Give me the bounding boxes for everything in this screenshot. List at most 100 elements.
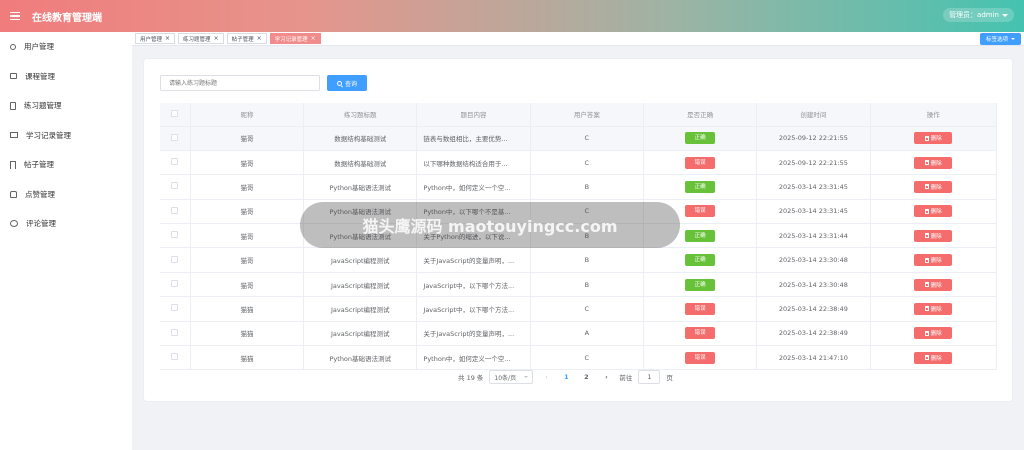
page-number[interactable]: 1 <box>559 370 573 384</box>
nickname-cell: 猫哥 <box>190 199 305 225</box>
time-cell: 2025-03-14 21:47:10 <box>756 345 871 371</box>
time-cell: 2025-03-14 23:30:48 <box>756 247 871 273</box>
status-badge: 正确 <box>685 254 716 267</box>
status-badge: 正确 <box>685 229 716 242</box>
sidebar-item-posts[interactable]: 帖子管理 <box>0 150 132 180</box>
row-checkbox[interactable] <box>171 353 179 361</box>
delete-button[interactable]: 删除 <box>914 180 953 193</box>
time-cell: 2025-03-14 22:38:49 <box>756 296 871 322</box>
content-cell: JavaScript中，以下哪个方法... <box>416 296 531 322</box>
tab-exercises[interactable]: 练习题管理 × <box>178 33 224 44</box>
tab-study-records[interactable]: 学习记录管理 × <box>269 33 321 44</box>
row-checkbox[interactable] <box>171 328 179 336</box>
delete-button[interactable]: 删除 <box>914 327 953 340</box>
delete-button[interactable]: 删除 <box>914 254 953 267</box>
menu-toggle-icon[interactable] <box>10 11 20 21</box>
close-icon[interactable]: × <box>165 35 170 42</box>
row-select-cell[interactable] <box>160 150 191 176</box>
row-checkbox[interactable] <box>171 231 179 239</box>
sidebar-item-courses[interactable]: 课程管理 <box>0 62 132 92</box>
delete-button[interactable]: 删除 <box>914 302 953 315</box>
answer-cell: A <box>530 321 644 347</box>
content-cell: 以下哪种数据结构适合用于... <box>416 150 531 176</box>
row-select-cell[interactable] <box>160 199 191 225</box>
row-checkbox[interactable] <box>171 304 179 312</box>
comment-icon <box>10 220 18 228</box>
sidebar-item-comments[interactable]: 评论管理 <box>0 209 132 239</box>
nickname-cell: 猫猫 <box>190 321 305 347</box>
tab-options-button[interactable]: 标签选项 <box>979 33 1021 45</box>
search-input[interactable] <box>160 75 320 91</box>
delete-label: 删除 <box>930 136 942 143</box>
nickname-cell: 猫哥 <box>190 272 305 298</box>
prev-page-icon[interactable]: ‹ <box>539 373 553 381</box>
delete-button[interactable]: 删除 <box>914 156 953 169</box>
row-checkbox[interactable] <box>171 158 179 166</box>
close-icon[interactable]: × <box>214 35 219 42</box>
delete-button[interactable]: 删除 <box>914 229 953 242</box>
search-button-label: 查询 <box>344 80 357 88</box>
content-cell: Python中，如何定义一个空... <box>416 345 531 371</box>
close-icon[interactable]: × <box>311 35 316 42</box>
total-count: 共 19 条 <box>458 374 484 382</box>
tab-posts[interactable]: 帖子管理 × <box>226 33 267 44</box>
page-size-select[interactable]: 10条/页 <box>489 370 534 384</box>
sidebar-item-exercises[interactable]: 练习题管理 <box>0 91 132 121</box>
goto-page-input[interactable] <box>638 370 661 384</box>
page-number[interactable]: 2 <box>579 370 593 384</box>
time-cell: 2025-03-14 23:31:44 <box>756 223 871 249</box>
select-all-cell[interactable] <box>160 103 191 127</box>
delete-button[interactable]: 删除 <box>914 132 953 145</box>
tab-users[interactable]: 用户管理 × <box>135 33 176 44</box>
delete-button[interactable]: 删除 <box>914 278 953 291</box>
tab-options-label: 标签选项 <box>985 37 1008 43</box>
row-select-cell[interactable] <box>160 247 191 273</box>
delete-label: 删除 <box>930 160 942 167</box>
sidebar-item-label: 练习题管理 <box>24 101 62 111</box>
correct-cell: 错误 <box>643 321 758 347</box>
delete-label: 删除 <box>930 184 942 191</box>
column-header: 练习题标题 <box>303 103 418 127</box>
sidebar-item-likes[interactable]: 点赞管理 <box>0 180 132 210</box>
row-checkbox[interactable] <box>171 255 179 263</box>
row-select-cell[interactable] <box>160 126 191 151</box>
close-icon[interactable]: × <box>257 35 262 42</box>
row-select-cell[interactable] <box>160 296 191 322</box>
search-button[interactable]: 查询 <box>327 75 367 91</box>
select-all-checkbox[interactable] <box>171 109 179 117</box>
trash-icon <box>924 257 929 263</box>
trash-icon <box>924 208 929 214</box>
delete-button[interactable]: 删除 <box>914 205 953 218</box>
column-header: 昵称 <box>190 103 305 127</box>
pagination: 共 19 条 10条/页 ‹ 1 2 › 前往 页 <box>458 370 673 384</box>
next-page-icon[interactable]: › <box>599 373 613 381</box>
status-badge: 正确 <box>685 278 716 291</box>
row-checkbox[interactable] <box>171 280 179 288</box>
row-select-cell[interactable] <box>160 272 191 298</box>
top-header: 在线教育管理端 管理员：admin <box>0 0 1024 32</box>
row-checkbox[interactable] <box>171 182 179 190</box>
user-icon <box>10 43 16 50</box>
correct-cell: 正确 <box>643 272 758 298</box>
row-select-cell[interactable] <box>160 345 191 371</box>
delete-label: 删除 <box>930 355 942 362</box>
row-checkbox[interactable] <box>171 206 179 214</box>
row-checkbox[interactable] <box>171 133 179 141</box>
row-select-cell[interactable] <box>160 174 191 200</box>
title-cell: JavaScript编程测试 <box>303 296 418 322</box>
sidebar-item-study-records[interactable]: 学习记录管理 <box>0 121 132 151</box>
delete-button[interactable]: 删除 <box>914 351 953 364</box>
action-cell: 删除 <box>870 247 998 273</box>
tab-label: 学习记录管理 <box>274 36 308 43</box>
sidebar-item-label: 学习记录管理 <box>26 130 71 140</box>
title-cell: JavaScript编程测试 <box>303 247 418 273</box>
admin-dropdown[interactable]: 管理员：admin <box>943 8 1014 22</box>
answer-cell: B <box>530 247 644 273</box>
status-badge: 错误 <box>685 327 716 340</box>
sidebar-item-users[interactable]: 用户管理 <box>0 32 132 62</box>
tab-label: 练习题管理 <box>183 36 211 43</box>
row-select-cell[interactable] <box>160 223 191 249</box>
tab-label: 用户管理 <box>140 36 163 43</box>
sidebar-item-label: 评论管理 <box>26 219 56 229</box>
row-select-cell[interactable] <box>160 321 191 347</box>
